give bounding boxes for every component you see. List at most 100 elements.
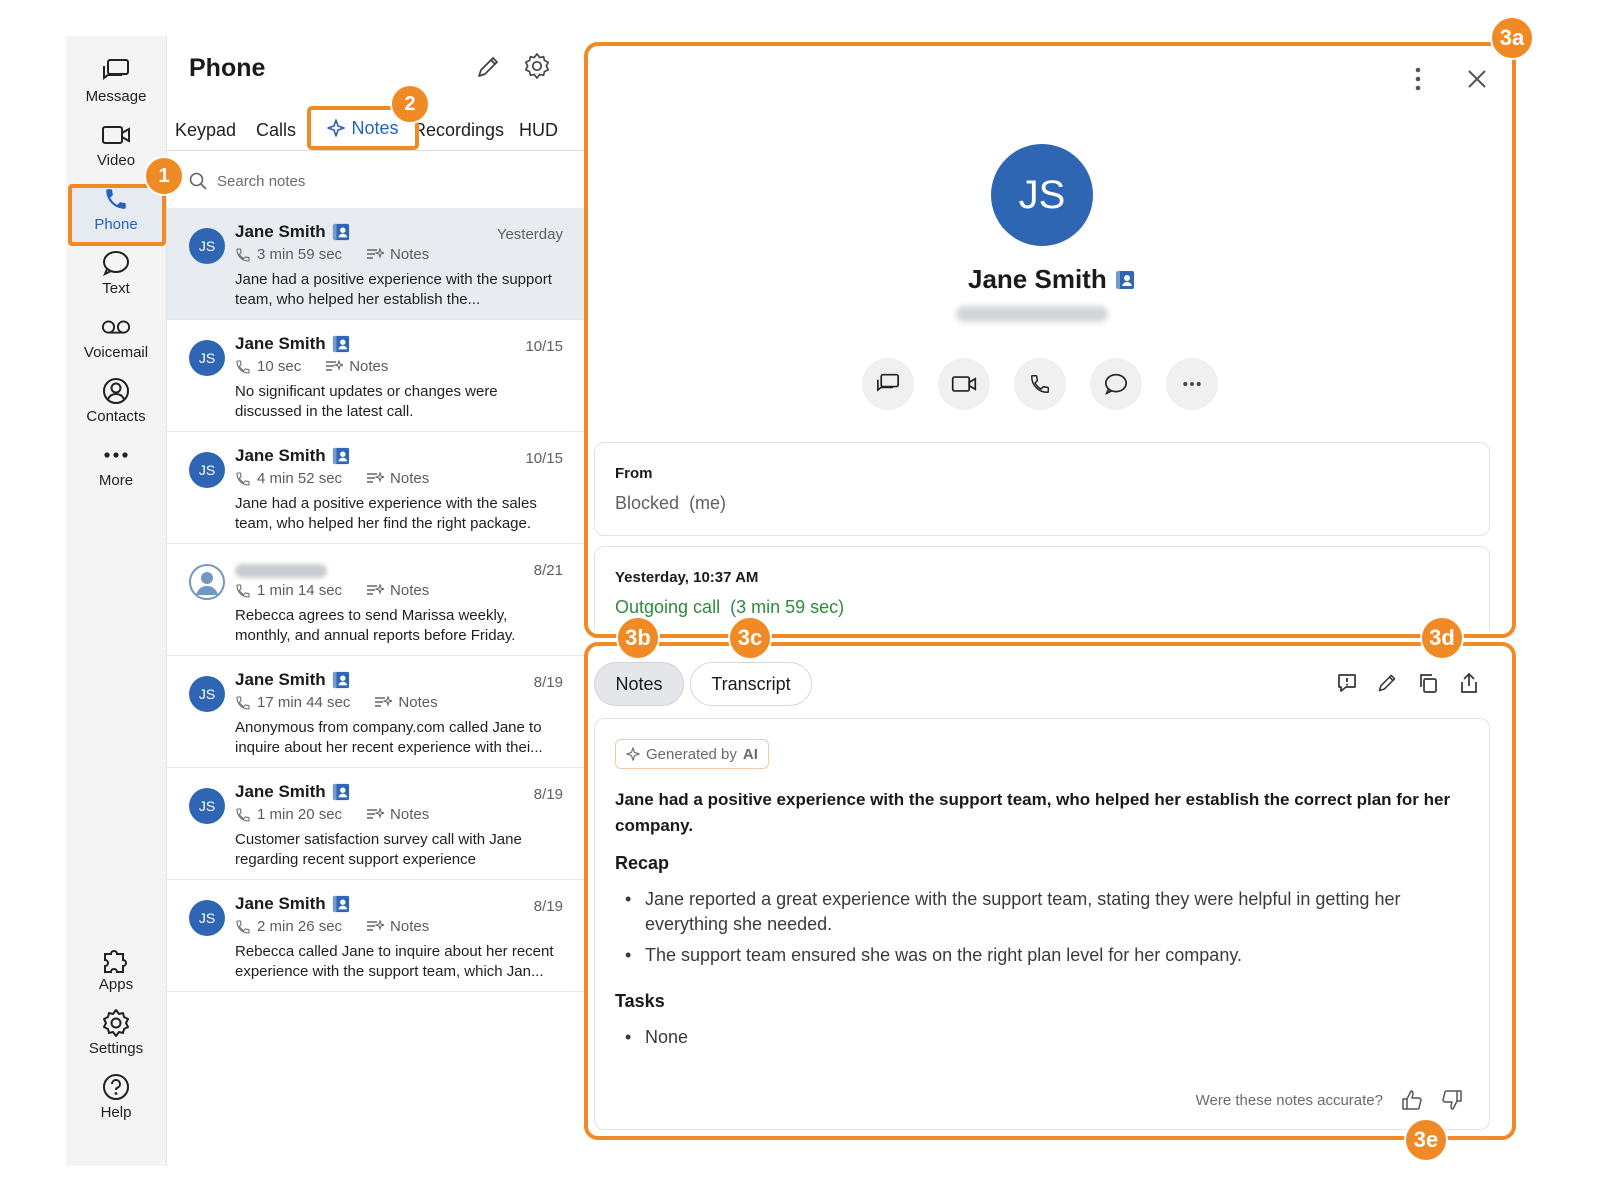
page-title: Phone: [189, 54, 266, 82]
note-meta: 17 min 44 sec Notes: [235, 694, 438, 711]
thumbs-up-icon[interactable]: [1401, 1089, 1423, 1111]
call-icon: [235, 583, 251, 599]
avatar: JS: [189, 340, 225, 376]
from-value: Blocked (me): [615, 493, 727, 513]
panel-settings-gear-icon[interactable]: [523, 52, 551, 80]
avatar-placeholder-icon: [189, 564, 225, 600]
note-list-item[interactable]: JS Jane Smith 8/19 1 min 20 sec Notes Cust…: [167, 768, 585, 880]
ai-notes-icon: [325, 359, 344, 374]
action-more-button[interactable]: [1166, 358, 1218, 410]
action-text-button[interactable]: [1090, 358, 1142, 410]
contact-card-icon: [332, 783, 350, 801]
search-icon: [189, 172, 207, 190]
thumbs-down-icon[interactable]: [1441, 1089, 1463, 1111]
puzzle-icon: [101, 944, 131, 974]
call-icon: [235, 919, 251, 935]
annotation-badge-3b: 3b: [616, 616, 660, 660]
note-contact-name: Jane Smith: [235, 334, 350, 354]
note-meta: 2 min 26 sec Notes: [235, 918, 429, 935]
action-message-button[interactable]: [862, 358, 914, 410]
rail-message[interactable]: Message: [66, 56, 166, 118]
ai-notes-icon: [366, 807, 385, 822]
report-feedback-icon[interactable]: [1336, 672, 1358, 694]
avatar: JS: [189, 788, 225, 824]
note-tag: Notes: [390, 470, 430, 487]
recap-item: Jane reported a great experience with th…: [625, 887, 1425, 937]
note-meta: 1 min 14 sec Notes: [235, 582, 429, 599]
note-list-item[interactable]: 8/21 1 min 14 sec Notes Rebecca agrees t…: [167, 544, 585, 656]
search-notes[interactable]: Search notes: [189, 166, 305, 196]
rail-settings[interactable]: Settings: [66, 1008, 166, 1070]
tab-hud[interactable]: HUD: [519, 120, 558, 141]
note-preview: Jane had a positive experience with the …: [235, 271, 552, 308]
note-list-item[interactable]: JS Jane Smith 10/15 10 sec Notes No signif…: [167, 320, 585, 432]
call-icon: [235, 471, 251, 487]
note-list-item[interactable]: JS Jane Smith 10/15 4 min 52 sec Notes Jan…: [167, 432, 585, 544]
annotation-badge-2: 2: [390, 84, 430, 124]
tab-calls[interactable]: Calls: [256, 120, 296, 141]
note-tag: Notes: [390, 918, 430, 935]
note-meta: 4 min 52 sec Notes: [235, 470, 429, 487]
note-preview: Customer satisfaction survey call with J…: [235, 831, 522, 868]
note-duration: 2 min 26 sec: [257, 918, 343, 935]
rail-phone[interactable]: Phone: [66, 184, 166, 246]
rail-contacts[interactable]: Contacts: [66, 376, 166, 438]
note-meta: 3 min 59 sec Notes: [235, 246, 429, 263]
action-call-button[interactable]: [1014, 358, 1066, 410]
copy-icon[interactable]: [1417, 672, 1439, 694]
note-duration: 17 min 44 sec: [257, 694, 351, 711]
rail-voicemail[interactable]: Voicemail: [66, 312, 166, 374]
call-icon: [235, 695, 251, 711]
note-contact-name: Jane Smith: [235, 222, 350, 242]
close-icon[interactable]: [1466, 68, 1488, 90]
tab-recordings[interactable]: Recordings: [413, 120, 504, 141]
rail-apps[interactable]: Apps: [66, 944, 166, 1006]
message-icon: [101, 56, 131, 86]
help-icon: [101, 1072, 131, 1102]
transcript-tab-button[interactable]: Transcript: [690, 662, 812, 706]
contact-card-icon: [332, 335, 350, 353]
avatar: JS: [189, 676, 225, 712]
note-date: 10/15: [525, 338, 563, 355]
video-icon: [101, 120, 131, 150]
contact-card-icon: [332, 895, 350, 913]
contact-avatar: JS: [991, 144, 1093, 246]
phone-icon: [1029, 373, 1051, 395]
annotation-badge-3d: 3d: [1420, 616, 1464, 660]
note-preview: No significant updates or changes were d…: [235, 383, 498, 420]
note-date: 8/19: [533, 674, 563, 691]
note-list-item[interactable]: JS Jane Smith Yesterday 3 min 59 sec Notes…: [167, 208, 585, 320]
rail-text[interactable]: Text: [66, 248, 166, 310]
annotation-badge-1: 1: [144, 156, 184, 196]
note-preview: Jane had a positive experience with the …: [235, 495, 537, 532]
notes-tab-button[interactable]: Notes: [594, 662, 684, 706]
contact-card-icon: [332, 447, 350, 465]
note-list-item[interactable]: JS Jane Smith 8/19 17 min 44 sec Notes Ano…: [167, 656, 585, 768]
note-list-item[interactable]: JS Jane Smith 8/19 2 min 26 sec Notes Rebe…: [167, 880, 585, 992]
note-date: Yesterday: [496, 226, 563, 243]
gear-icon: [101, 1008, 131, 1038]
rail-more[interactable]: More: [66, 440, 166, 502]
contact-card-icon: [1115, 270, 1135, 290]
compose-pencil-icon[interactable]: [475, 54, 501, 80]
call-icon: [235, 807, 251, 823]
note-contact-name: Jane Smith: [235, 782, 350, 802]
note-meta: 1 min 20 sec Notes: [235, 806, 429, 823]
contact-card-icon: [332, 223, 350, 241]
note-duration: 10 sec: [257, 358, 302, 375]
rail-help[interactable]: Help: [66, 1072, 166, 1134]
kebab-menu-icon[interactable]: [1414, 66, 1422, 92]
tasks-heading: Tasks: [615, 991, 665, 1011]
tabs-divider: [167, 150, 587, 151]
tab-keypad[interactable]: Keypad: [175, 120, 236, 141]
note-date: 8/19: [533, 898, 563, 915]
share-export-icon[interactable]: [1458, 672, 1480, 694]
notes-content-card: Generated by AI Jane had a positive expe…: [594, 718, 1490, 1130]
task-item: None: [625, 1025, 1425, 1050]
call-type: Outgoing call (3 min 59 sec): [615, 597, 845, 617]
note-contact-name: Jane Smith: [235, 894, 350, 914]
search-input[interactable]: Search notes: [217, 173, 305, 190]
action-video-button[interactable]: [938, 358, 990, 410]
video-icon: [951, 374, 977, 394]
edit-pencil-icon[interactable]: [1376, 672, 1398, 694]
